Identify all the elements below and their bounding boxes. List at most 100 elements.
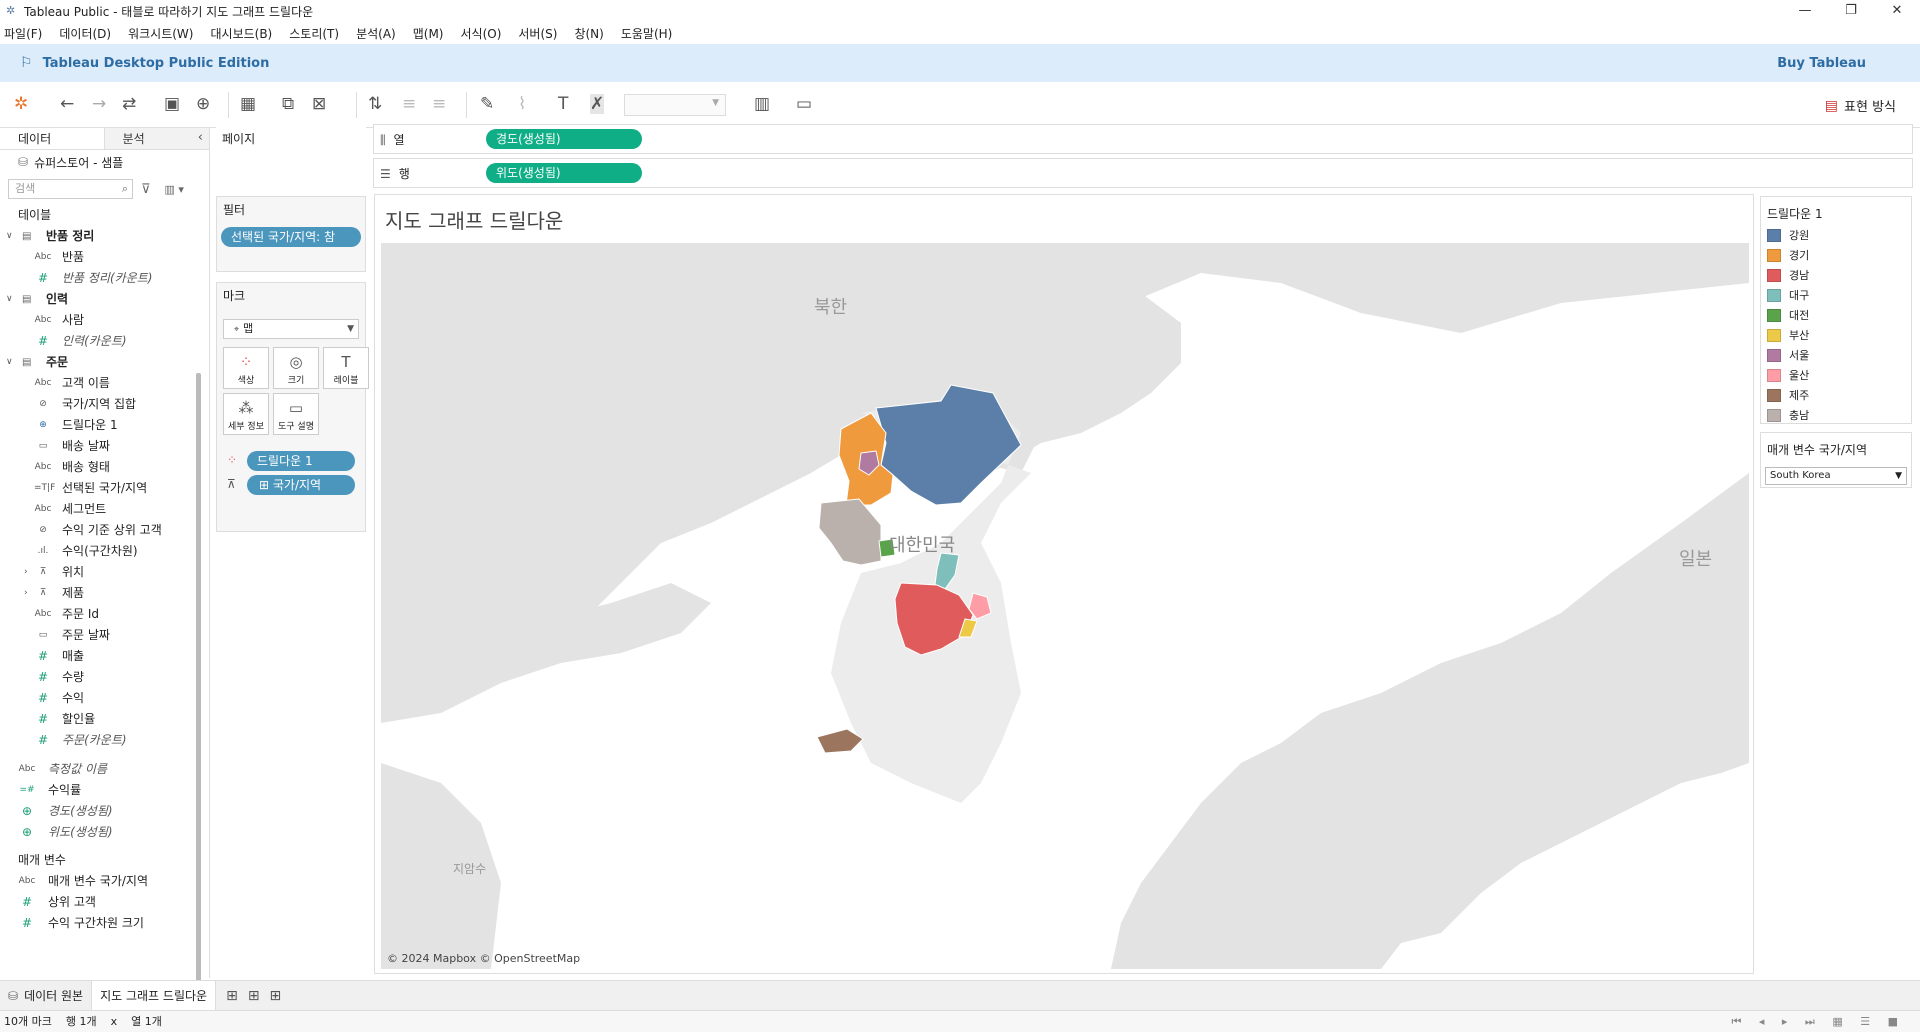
field-item[interactable]: ⊘ 국가/지역 집합 (0, 394, 209, 415)
menu-data[interactable]: 데이터(D) (59, 25, 111, 42)
field-item[interactable]: # 수량 (0, 667, 209, 688)
menu-worksheet[interactable]: 워크시트(W) (128, 25, 193, 42)
search-input[interactable]: 검색 ⌕ (8, 179, 133, 199)
field-item[interactable]: ▭ 배송 날짜 (0, 436, 209, 457)
field-item[interactable]: # 매출 (0, 646, 209, 667)
label-button[interactable]: T 레이블 (323, 347, 369, 389)
field-item[interactable]: # 할인율 (0, 709, 209, 730)
menu-story[interactable]: 스토리(T) (289, 25, 339, 42)
tableau-home-icon[interactable]: ✲ (14, 94, 28, 114)
size-button[interactable]: ◎ 크기 (273, 347, 319, 389)
field-item[interactable]: # 수익 구간차원 크기 (0, 913, 209, 934)
list-view-icon[interactable]: ☰ (1860, 1015, 1870, 1028)
color-button[interactable]: ⁘ 색상 (223, 347, 269, 389)
table-group[interactable]: ∨ ▤ 반품 정리 (0, 226, 209, 247)
buy-tableau-link[interactable]: Buy Tableau (1777, 56, 1866, 71)
legend-item[interactable]: 충남 (1761, 405, 1911, 425)
new-data-source-icon[interactable]: ⊕ (196, 94, 210, 114)
menu-window[interactable]: 창(N) (574, 25, 603, 42)
pages-card[interactable]: 페이지 (216, 126, 366, 188)
menu-format[interactable]: 서식(O) (461, 25, 502, 42)
sheet-navigation[interactable]: ⏮ ◂ ▸ ⏭ ▦ ☰ ■ (1731, 1011, 1912, 1033)
clear-sheet-icon[interactable]: ⊠ (312, 94, 326, 114)
last-sheet-icon[interactable]: ⏭ (1805, 1015, 1815, 1028)
map-svg[interactable]: 북한 대한민국 일본 지암수 (381, 243, 1749, 969)
legend-item[interactable]: 강원 (1761, 225, 1911, 245)
menu-analysis[interactable]: 분석(A) (356, 25, 396, 42)
swap-rows-columns-icon[interactable]: ⇅ (368, 94, 382, 114)
field-item[interactable]: # 수익 (0, 688, 209, 709)
field-item[interactable]: # 반품 정리(카운트) (0, 268, 209, 289)
field-item[interactable]: Abc 측정값 이름 (0, 759, 209, 780)
new-story-icon[interactable]: ⊞ (270, 988, 282, 1004)
field-item[interactable]: =T|F 선택된 국가/지역 (0, 478, 209, 499)
map-attribution[interactable]: © 2024 Mapbox © OpenStreetMap (387, 952, 580, 965)
table-group[interactable]: ∨ ▤ 주문 (0, 352, 209, 373)
field-item[interactable]: Abc 반품 (0, 247, 209, 268)
data-source[interactable]: ⛁ 슈퍼스토어 - 샘플 (0, 150, 209, 174)
filter-icon[interactable]: ⊽ (141, 182, 151, 197)
show-mark-labels-icon[interactable]: T (558, 94, 568, 114)
new-worksheet-icon[interactable]: ▦ (240, 94, 256, 114)
redo-icon[interactable]: → (92, 94, 106, 114)
table-group[interactable]: ∨ ▤ 인력 (0, 289, 209, 310)
legend-item[interactable]: 제주 (1761, 385, 1911, 405)
parameter-select[interactable]: South Korea ▼ (1765, 467, 1907, 485)
undo-icon[interactable]: ← (60, 94, 74, 114)
legend-item[interactable]: 부산 (1761, 325, 1911, 345)
tooltip-button[interactable]: ▭ 도구 설명 (273, 393, 319, 435)
tab-data[interactable]: 데이터 (0, 128, 105, 149)
tab-data-source[interactable]: ⛁ 데이터 원본 (0, 981, 91, 1011)
menu-dashboard[interactable]: 대시보드(B) (210, 25, 272, 42)
sort-descending-icon[interactable]: ≡ (432, 94, 446, 114)
filter-pill[interactable]: 선택된 국가/지역: 참 (221, 227, 361, 247)
legend-item[interactable]: 경기 (1761, 245, 1911, 265)
field-item[interactable]: ⊕ 경도(생성됨) (0, 801, 209, 822)
rows-pill[interactable]: 위도(생성됨) (486, 163, 642, 183)
tab-analysis[interactable]: 분석 (104, 128, 209, 149)
sheet-title[interactable]: 지도 그래프 드릴다운 (385, 205, 563, 234)
field-item[interactable]: › ⊼ 위치 (0, 562, 209, 583)
collapse-pane-icon[interactable]: ‹ (198, 130, 203, 145)
columns-pill[interactable]: 경도(생성됨) (486, 129, 642, 149)
show-cards-icon[interactable]: ▥ (754, 94, 770, 114)
minimize-button[interactable]: — (1782, 0, 1828, 22)
detail-button[interactable]: ⁂ 세부 정보 (223, 393, 269, 435)
fit-dropdown[interactable]: ▼ (624, 94, 726, 116)
columns-shelf[interactable]: ⫼ 열 경도(생성됨) (373, 124, 1913, 154)
view-options-icon[interactable]: ▥ ▾ (165, 183, 184, 196)
legend-item[interactable]: 대구 (1761, 285, 1911, 305)
group-members-icon[interactable]: ⌇ (518, 94, 526, 114)
mark-pill-detail[interactable]: ⊞ 국가/지역 (247, 475, 355, 495)
field-item[interactable]: # 주문(카운트) (0, 730, 209, 751)
menu-server[interactable]: 서버(S) (518, 25, 557, 42)
map-canvas[interactable]: 북한 대한민국 일본 지암수 © 2024 Mapbox © OpenStree… (381, 243, 1749, 969)
replay-icon[interactable]: ⇄ (122, 94, 136, 114)
mark-pill-color[interactable]: 드릴다운 1 (247, 451, 355, 471)
maximize-button[interactable]: ❐ (1828, 0, 1874, 22)
next-sheet-icon[interactable]: ▸ (1782, 1015, 1788, 1028)
presentation-mode-icon[interactable]: ▭ (796, 94, 812, 114)
field-item[interactable]: Abc 세그먼트 (0, 499, 209, 520)
highlight-icon[interactable]: ✎ (480, 94, 494, 114)
show-me-button[interactable]: ▤ 표현 방식 (1825, 96, 1896, 116)
duplicate-sheet-icon[interactable]: ⧉ (282, 94, 294, 114)
grid-view-icon[interactable]: ▦ (1832, 1015, 1842, 1028)
data-pane-scrollbar[interactable] (196, 373, 201, 985)
field-item[interactable]: Abc 매개 변수 국가/지역 (0, 871, 209, 892)
field-item[interactable]: Abc 주문 Id (0, 604, 209, 625)
save-icon[interactable]: ▣ (164, 94, 180, 114)
legend-item[interactable]: 울산 (1761, 365, 1911, 385)
mark-type-dropdown[interactable]: ⌖ 맵 ▼ (223, 319, 359, 339)
close-button[interactable]: ✕ (1874, 0, 1920, 22)
field-item[interactable]: Abc 고객 이름 (0, 373, 209, 394)
filmstrip-view-icon[interactable]: ■ (1888, 1015, 1898, 1028)
fix-axes-icon[interactable]: ✗ (590, 94, 605, 114)
new-dashboard-icon[interactable]: ⊞ (248, 988, 260, 1004)
field-item[interactable]: # 인력(카운트) (0, 331, 209, 352)
menu-help[interactable]: 도움말(H) (621, 25, 673, 42)
tab-sheet[interactable]: 지도 그래프 드릴다운 (91, 980, 217, 1011)
field-item[interactable]: › ⊼ 제품 (0, 583, 209, 604)
menu-file[interactable]: 파일(F) (4, 25, 42, 42)
sort-ascending-icon[interactable]: ≡ (402, 94, 416, 114)
